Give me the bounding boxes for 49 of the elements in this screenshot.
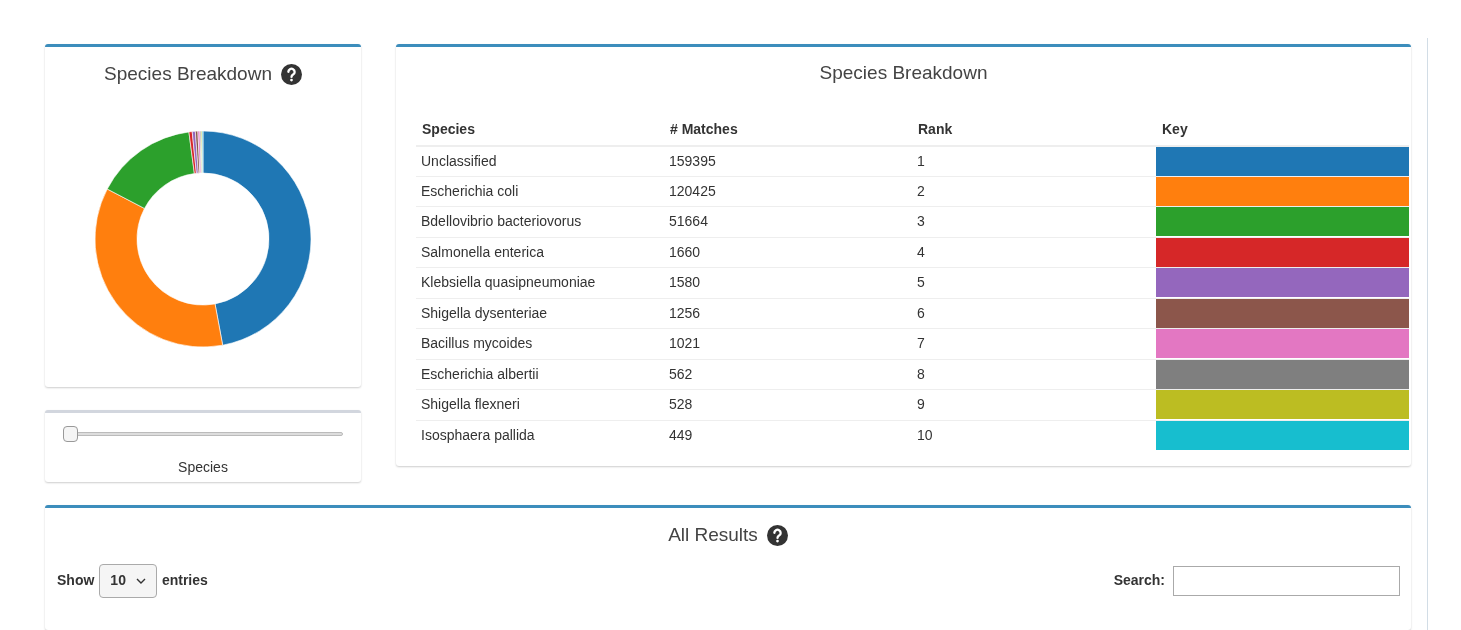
column-header: # Matches <box>670 120 738 137</box>
table-cell: 10 <box>917 427 933 443</box>
table-cell: Escherichia albertii <box>421 365 539 382</box>
table-cell: 528 <box>669 396 693 413</box>
table-cell: 1256 <box>669 304 701 321</box>
slider[interactable] <box>63 425 343 443</box>
show-label: Show <box>57 571 95 590</box>
table-cell: Unclassified <box>421 152 497 169</box>
table-cell: Salmonella enterica <box>421 243 544 260</box>
table-cell: 6 <box>917 304 925 321</box>
table-cell: Klebsiella quasipneumoniae <box>421 274 596 291</box>
search-label: Search: <box>1113 571 1165 590</box>
table-cell: 1660 <box>669 243 701 260</box>
column-header: Key <box>1162 120 1188 137</box>
column-header: Rank <box>918 120 953 137</box>
table-cell: 1021 <box>669 335 701 352</box>
table-cell: Bacillus mycoides <box>421 335 533 352</box>
table-cell: 159395 <box>669 152 716 169</box>
table-cell: 2 <box>917 182 925 199</box>
chevron-down-icon <box>135 577 146 584</box>
table-cell: 3 <box>917 213 925 230</box>
panel-title: Species Breakdown <box>104 62 272 86</box>
slider-label: Species <box>178 458 228 477</box>
help-icon[interactable] <box>766 524 788 546</box>
column-header: Species <box>422 120 475 137</box>
thin-slice-cluster <box>188 130 204 174</box>
slider-thumb[interactable] <box>63 426 78 442</box>
table-cell: 51664 <box>669 213 708 230</box>
table-cell: 8 <box>917 365 925 382</box>
table-cell: 120425 <box>669 182 716 199</box>
table-cell: 9 <box>917 396 925 413</box>
table-cell: Shigella flexneri <box>421 396 520 413</box>
table-cell: 449 <box>669 427 693 443</box>
panel-title: Species Breakdown <box>819 61 988 85</box>
panel-title: All Results <box>668 523 758 547</box>
table-cell: Escherichia coli <box>421 182 519 199</box>
table-cell: 562 <box>669 365 693 382</box>
entries-select[interactable]: 10 <box>99 563 157 598</box>
entries-label: entries <box>161 571 208 590</box>
table-cell: Shigella dysenteriae <box>421 304 548 321</box>
search-field[interactable] <box>1173 565 1400 596</box>
table-cell: 7 <box>917 335 925 352</box>
table-cell: Isosphaera pallida <box>421 427 535 443</box>
help-icon[interactable] <box>280 63 302 85</box>
table-cell: 5 <box>917 274 925 291</box>
table-cell: 4 <box>917 243 925 260</box>
table-cell: 1580 <box>669 274 701 291</box>
table-cell: Bdellovibrio bacteriovorus <box>421 213 582 230</box>
table-cell: 1 <box>917 152 925 169</box>
